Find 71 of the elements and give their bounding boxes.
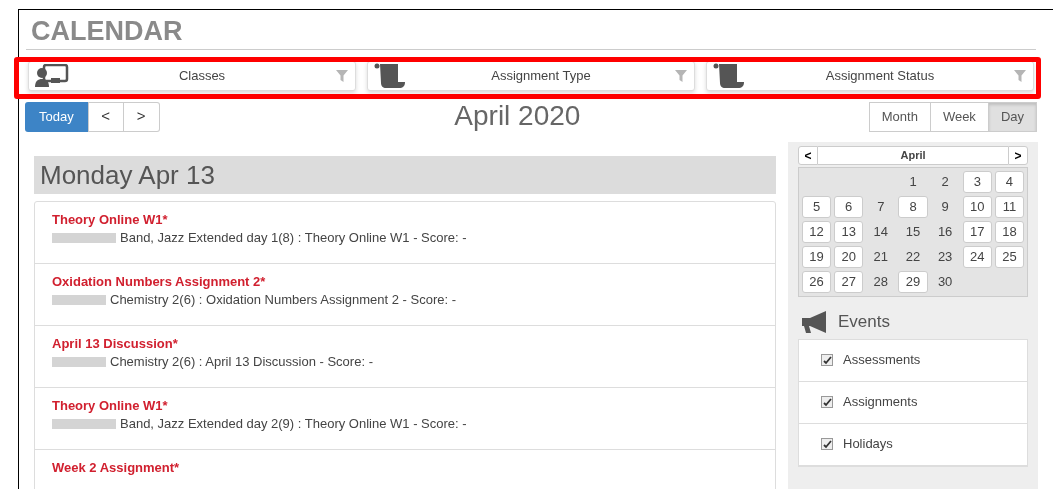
- scroll-icon: [374, 63, 408, 89]
- calendar-day[interactable]: 6: [834, 196, 864, 218]
- calendar-day[interactable]: 15: [898, 221, 928, 243]
- calendar-day[interactable]: 14: [866, 221, 896, 243]
- calendar-day[interactable]: 13: [834, 221, 864, 243]
- page-title: CALENDAR: [31, 16, 184, 46]
- previous-button[interactable]: <: [87, 101, 124, 132]
- calendar-day[interactable]: 18: [994, 221, 1024, 243]
- filter-icon: [674, 69, 688, 83]
- calendar-day[interactable]: 10: [962, 196, 992, 218]
- event-type-label: Holidays: [843, 435, 893, 454]
- month-next-button[interactable]: >: [1008, 146, 1028, 165]
- view-tab[interactable]: Week: [929, 101, 989, 132]
- event-title[interactable]: April 13 Discussion*: [52, 335, 758, 352]
- event-title[interactable]: Theory Online W1*: [52, 211, 758, 228]
- calendar-day[interactable]: 8: [898, 196, 928, 218]
- calendar-day[interactable]: 9: [930, 196, 960, 218]
- event-detail: Chemistry 2(6) : April 13 Discussion - Score: -: [110, 353, 373, 371]
- mini-month-title: April: [818, 146, 1008, 165]
- teacher-board-icon: [35, 64, 69, 88]
- calendar-day[interactable]: 26: [802, 271, 832, 293]
- event-title[interactable]: Theory Online W1*: [52, 397, 758, 414]
- calendar-day[interactable]: 29: [898, 271, 928, 293]
- redacted-name: [52, 232, 116, 243]
- calendar-day[interactable]: 22: [898, 246, 928, 268]
- calendar-day[interactable]: 11: [994, 196, 1024, 218]
- events-title: Events: [838, 311, 890, 333]
- view-tab[interactable]: Day: [987, 101, 1037, 132]
- day-heading: Monday Apr 13: [34, 156, 776, 194]
- event-checkbox[interactable]: [821, 354, 833, 366]
- filter-icon: [335, 69, 349, 83]
- calendar-day[interactable]: 28: [866, 271, 896, 293]
- event-title[interactable]: Oxidation Numbers Assignment 2*: [52, 273, 758, 290]
- calendar-day[interactable]: 7: [866, 196, 896, 218]
- event-detail: Band, Jazz Extended day 1(8) : Theory Online W1 - Score: -: [120, 229, 467, 247]
- view-tab[interactable]: Month: [868, 101, 931, 132]
- scroll-icon: [713, 63, 747, 89]
- today-button[interactable]: Today: [25, 101, 88, 132]
- event-checkbox[interactable]: [821, 396, 833, 408]
- event-detail: Chemistry 2(6) : Oxidation Numbers Assignment 2 - Score: -: [110, 291, 457, 309]
- calendar-day[interactable]: 27: [834, 271, 864, 293]
- month-title: April 2020: [454, 100, 581, 131]
- calendar-day[interactable]: 1: [898, 171, 928, 193]
- filter-dropdown[interactable]: Classes: [28, 61, 356, 91]
- calendar-day[interactable]: 25: [994, 246, 1024, 268]
- next-button[interactable]: >: [123, 101, 160, 132]
- calendar-day[interactable]: 12: [802, 221, 832, 243]
- event-type-label: Assignments: [843, 393, 918, 412]
- calendar-day[interactable]: 23: [930, 246, 960, 268]
- calendar-day[interactable]: 16: [930, 221, 960, 243]
- calendar-day[interactable]: 21: [866, 246, 896, 268]
- calendar-day[interactable]: 4: [994, 171, 1024, 193]
- filter-dropdown[interactable]: Assignment Type: [367, 61, 695, 91]
- calendar-day[interactable]: 20: [834, 246, 864, 268]
- event-checkbox[interactable]: [821, 438, 833, 450]
- calendar-day[interactable]: 3: [962, 171, 992, 193]
- calendar-day[interactable]: 30: [930, 271, 960, 293]
- filter-dropdown[interactable]: Assignment Status: [706, 61, 1034, 91]
- event-detail: Band, Jazz Extended day 2(9) : Theory Online W1 - Score: -: [120, 415, 467, 433]
- calendar-day[interactable]: 19: [802, 246, 832, 268]
- redacted-name: [52, 418, 116, 429]
- event-title[interactable]: Week 2 Assignment*: [52, 459, 758, 476]
- filter-icon: [1013, 69, 1027, 83]
- calendar-day[interactable]: 17: [962, 221, 992, 243]
- event-type-label: Assessments: [843, 351, 921, 370]
- redacted-name: [52, 294, 106, 305]
- calendar-day[interactable]: 24: [962, 246, 992, 268]
- month-prev-button[interactable]: <: [798, 146, 818, 165]
- calendar-day[interactable]: 5: [802, 196, 832, 218]
- calendar-day[interactable]: 2: [930, 171, 960, 193]
- redacted-name: [52, 356, 106, 367]
